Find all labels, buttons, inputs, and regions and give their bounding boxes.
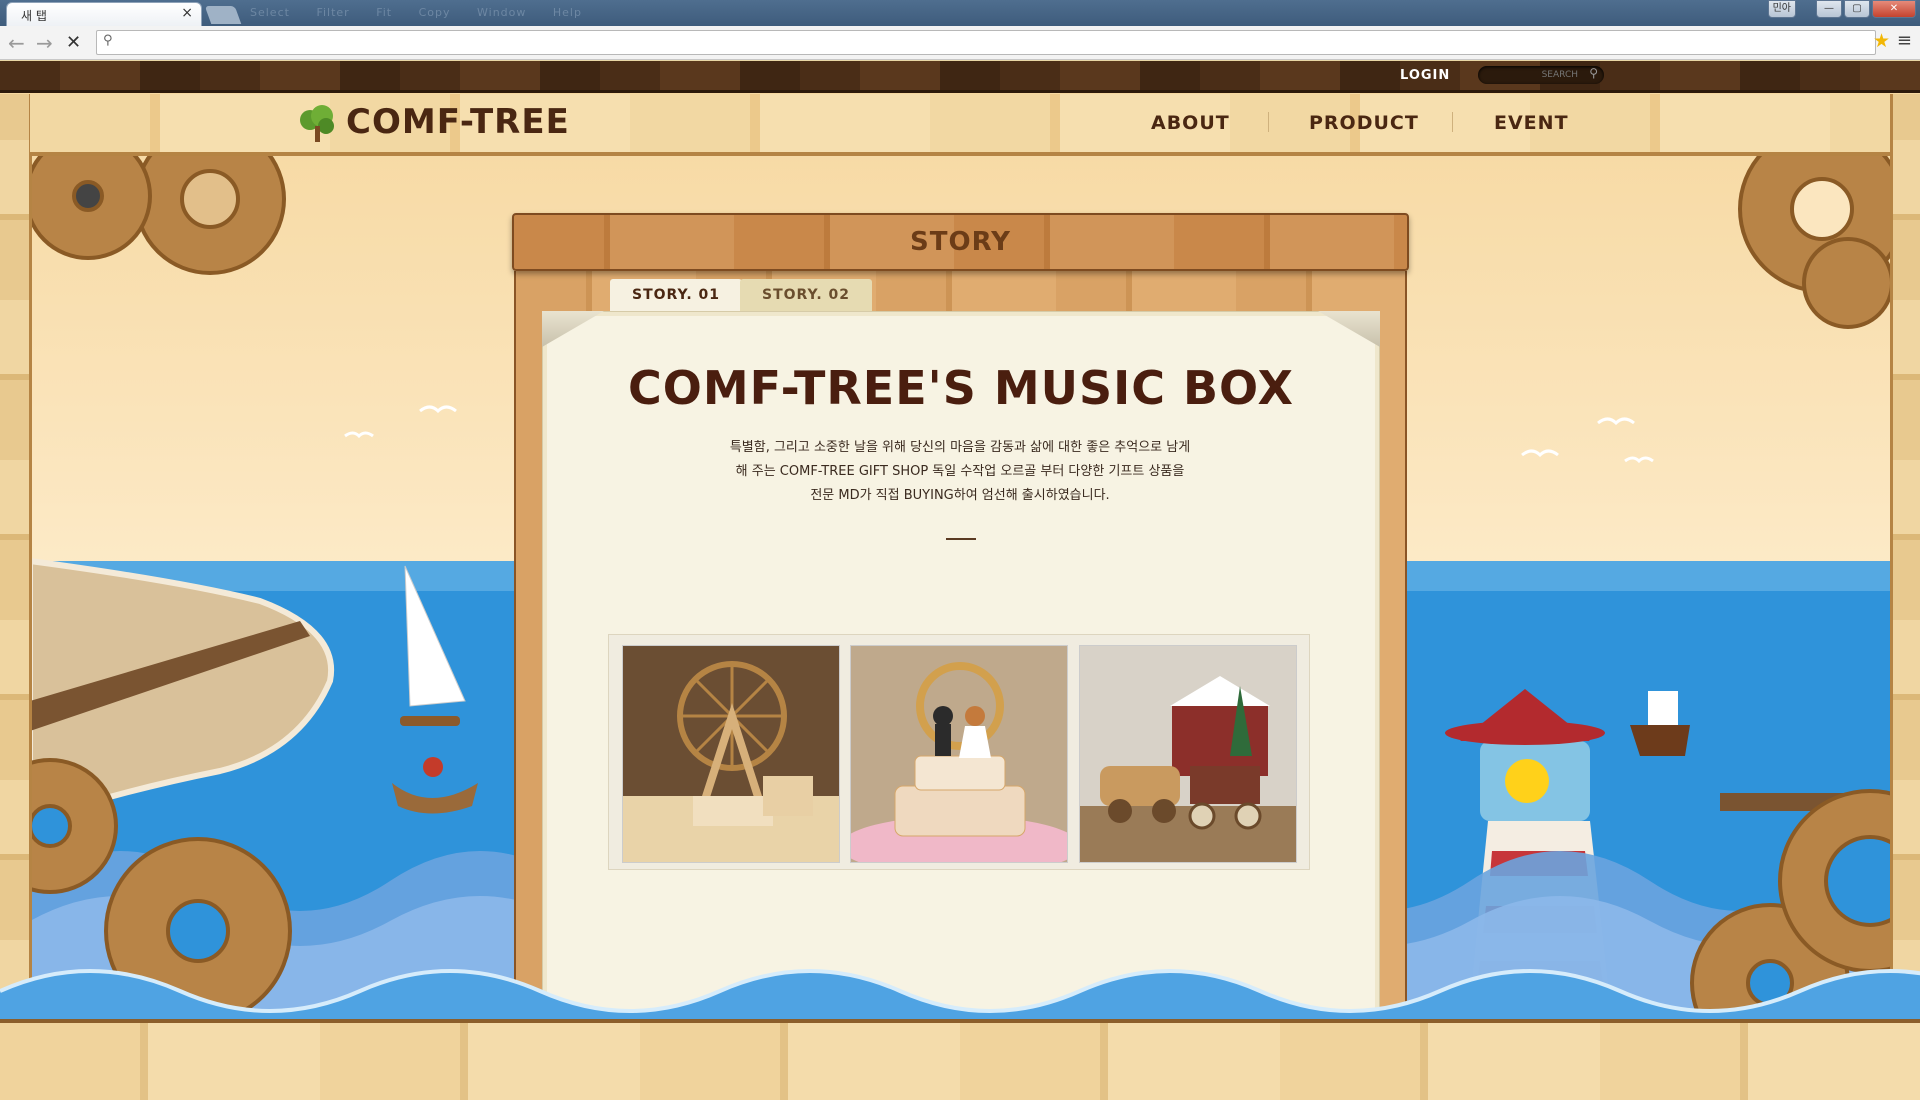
tree-logo-icon [300,105,334,142]
browser-menu-icon[interactable]: ≡ [1897,30,1912,51]
site-search-box[interactable]: ⚲ [1478,66,1604,84]
tab-close-icon[interactable]: × [181,5,193,21]
address-bar[interactable]: ⚲ [96,30,1876,55]
login-link[interactable]: LOGIN [1400,68,1450,83]
description-line: 전문 MD가 직접 BUYING하여 엄선해 출시하였습니다. [810,488,1110,503]
photo-ferris-wheel-music-box[interactable] [622,645,840,863]
tab-story-01[interactable]: STORY. 01 [610,279,743,311]
short-divider [946,538,976,540]
story-description: 특별함, 그리고 소중한 날을 위해 당신의 마음을 감동과 삶에 대한 좋은 … [690,436,1230,508]
web-page: LOGIN ⚲ COMF-TREE ABOUT PRODUCT EVENT ST… [0,61,1920,1100]
right-wood-frame [1890,94,1920,1100]
menu-item: Filter [316,6,350,19]
back-arrow-icon[interactable]: ← [8,31,25,55]
front-wave-overlay [0,969,1920,1021]
site-header: COMF-TREE ABOUT PRODUCT EVENT [30,94,1890,156]
menu-item: Fit [376,6,393,19]
story-heading: STORY [910,227,1011,257]
address-input[interactable] [121,33,1821,52]
close-window-button[interactable]: ✕ [1872,0,1916,18]
forward-arrow-icon[interactable]: → [36,31,53,55]
browser-title-bar: 새 탭 × Select Filter Fit Copy Window Help… [0,0,1920,26]
photo-farm-train-music-box[interactable] [1079,645,1297,863]
site-logo-text[interactable]: COMF-TREE [346,102,570,142]
top-utility-bar: LOGIN ⚲ [0,61,1920,93]
tab-title: 새 탭 [21,9,47,23]
description-line: 특별함, 그리고 소중한 날을 위해 당신의 마음을 감동과 삶에 대한 좋은 … [729,440,1191,455]
minimize-button[interactable]: — [1816,0,1842,18]
tab-story-02[interactable]: STORY. 02 [740,279,873,311]
bottom-wood-frame [0,1019,1920,1100]
nav-divider [1268,112,1269,132]
site-search-input[interactable] [1488,68,1578,82]
search-icon[interactable]: ⚲ [1589,66,1598,80]
maximize-button[interactable]: ▢ [1844,0,1870,18]
left-wood-frame [0,94,32,1100]
story-board-header: STORY [512,213,1409,271]
photo-wedding-cake-music-box[interactable] [850,645,1068,863]
menu-item: Select [250,6,290,19]
nav-event[interactable]: EVENT [1494,112,1569,134]
chrome-faded-menu: Select Filter Fit Copy Window Help [250,6,604,19]
description-line: 해 주는 COMF-TREE GIFT SHOP 독일 수작업 오르골 부터 다… [735,464,1185,479]
search-icon: ⚲ [103,33,113,48]
browser-toolbar: ← → ✕ ⚲ ★ ≡ [0,26,1920,60]
bookmark-star-icon[interactable]: ★ [1873,30,1890,52]
stop-loading-icon[interactable]: ✕ [66,32,81,53]
menu-item: Copy [418,6,451,19]
nav-divider [1452,112,1453,132]
menu-item: Window [477,6,527,19]
browser-tab-active[interactable]: 새 탭 × [6,2,202,26]
nav-about[interactable]: ABOUT [1151,112,1230,134]
music-box-title: COMF-TREE'S MUSIC BOX [628,361,1294,415]
nav-product[interactable]: PRODUCT [1309,112,1419,134]
user-profile-button[interactable]: 민아 [1767,0,1796,18]
menu-item: Help [552,6,582,19]
new-tab-button[interactable] [204,6,242,24]
window-controls: 민아 — ▢ ✕ [1767,0,1916,18]
